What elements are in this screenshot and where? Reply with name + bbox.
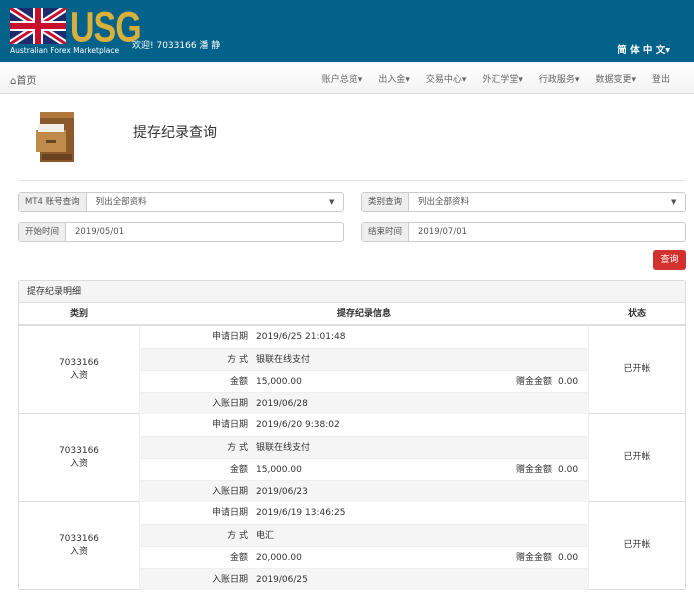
detail-value: 20,000.00 [256, 553, 302, 563]
file-cabinet-icon [34, 110, 78, 164]
divider [18, 180, 686, 181]
bonus-value: 0.00 [558, 553, 579, 563]
start-date-label: 开始时间 [19, 223, 67, 241]
detail-row: 方 式银联在线支付 [139, 348, 589, 370]
status-text: 已开帐 [623, 364, 651, 374]
records-panel: 提存纪录明细 类别 提存纪录信息 状态 7033166 入资 申请日期 2019/6… [18, 280, 686, 590]
status-text: 已开帐 [623, 540, 651, 550]
category-select-value: 列出全部资料 [418, 197, 470, 207]
detail-row: 申请日期 2019/6/19 13:46:25 [139, 502, 589, 524]
detail-value: 2019/6/20 9:38:02 [256, 420, 340, 430]
detail-row: 入账日期 2019/06/23 [139, 480, 589, 502]
language-dropdown[interactable]: 简 体 中 文▾ [617, 42, 670, 56]
end-date-label: 结束时间 [362, 223, 410, 241]
detail-row: 入账日期 2019/06/25 [139, 568, 589, 590]
account-select-label: MT4 账号查询 [19, 193, 87, 211]
detail-row: 金额 20,000.00 赠金金额 0.00 [139, 546, 589, 568]
detail-value: 银联在线支付 [256, 355, 311, 365]
record-type: 入资 [69, 546, 88, 557]
table-header: 类别 提存纪录信息 状态 [19, 303, 685, 326]
caret-down-icon: ▼ [329, 198, 335, 206]
detail-label: 金额 [229, 553, 248, 563]
detail-value: 电汇 [256, 531, 275, 541]
navbar: ⌂首页 账户总览▾ 出入金▾ 交易中心▾ 外汇学堂▾ 行政服务▾ 数据变更▾ 登… [0, 62, 694, 94]
account-number: 7033166 [58, 357, 100, 368]
detail-row: 入账日期 2019/06/28 [139, 392, 589, 414]
header: USG Australian Forex Marketplace 欢迎! 703… [0, 0, 694, 62]
nav-data-change[interactable]: 数据变更▾ [595, 72, 636, 85]
col-status: 状态 [627, 309, 646, 319]
nav-accounts[interactable]: 账户总览▾ [322, 72, 363, 85]
detail-row: 方 式电汇 [139, 524, 589, 546]
status-text: 已开帐 [623, 452, 651, 462]
end-date-value: 2019/07/01 [418, 227, 468, 237]
account-number: 7033166 [58, 533, 100, 544]
detail-label: 申请日期 [211, 332, 248, 342]
logo[interactable]: USG Australian Forex Marketplace [8, 4, 142, 56]
detail-value: 2019/06/23 [256, 487, 308, 497]
record-type: 入资 [69, 458, 88, 469]
detail-row: 金额 15,000.00 赠金金额 0.00 [139, 458, 589, 480]
detail-row: 申请日期 2019/6/25 21:01:48 [139, 326, 589, 348]
bonus-label: 赠金金额 [515, 377, 552, 387]
detail-value: 2019/06/25 [256, 575, 308, 585]
end-date-input[interactable]: 结束时间 2019/07/01 [361, 222, 686, 242]
page-title: 提存纪录查询 [133, 125, 217, 141]
detail-label: 入账日期 [211, 575, 248, 585]
bonus-value: 0.00 [558, 465, 579, 475]
detail-value: 银联在线支付 [256, 443, 311, 453]
bonus-label: 赠金金额 [515, 465, 552, 475]
col-category: 类别 [69, 309, 88, 319]
nav-home[interactable]: ⌂首页 [10, 72, 36, 87]
detail-row: 方 式银联在线支付 [139, 436, 589, 458]
welcome-text: 欢迎! 7033166 潘 静 [132, 41, 221, 51]
nav-home-label: 首页 [16, 76, 37, 87]
start-date-input[interactable]: 开始时间 2019/05/01 [18, 222, 344, 242]
query-button[interactable]: 查询 [653, 250, 686, 270]
detail-label: 方 式 [227, 531, 248, 541]
account-select-value: 列出全部资料 [95, 197, 147, 207]
detail-label: 方 式 [227, 443, 248, 453]
bonus-value: 0.00 [558, 377, 579, 387]
table-row: 7033166 入资 申请日期 2019/6/19 13:46:25 方 式电汇金额 2… [19, 502, 685, 590]
nav-trading[interactable]: 交易中心▾ [426, 72, 467, 85]
detail-label: 入账日期 [211, 399, 248, 409]
union-jack-icon [10, 8, 66, 44]
nav-admin[interactable]: 行政服务▾ [539, 72, 580, 85]
detail-label: 申请日期 [211, 508, 248, 518]
detail-value: 15,000.00 [256, 377, 302, 387]
tagline: Australian Forex Marketplace [10, 46, 120, 55]
category-select-label: 类别查询 [362, 193, 410, 211]
detail-value: 2019/06/28 [256, 399, 308, 409]
detail-label: 申请日期 [211, 420, 248, 430]
col-info: 提存纪录信息 [336, 309, 391, 319]
detail-label: 金额 [229, 377, 248, 387]
nav-education[interactable]: 外汇学堂▾ [482, 72, 523, 85]
record-type: 入资 [69, 370, 88, 381]
detail-label: 方 式 [227, 355, 248, 365]
nav-logout[interactable]: 登出 [652, 72, 670, 85]
category-select[interactable]: 类别查询 列出全部资料 ▼ [361, 192, 686, 212]
detail-row: 金额 15,000.00 赠金金额 0.00 [139, 370, 589, 392]
table-row: 7033166 入资 申请日期 2019/6/20 9:38:02 方 式银联在线支付… [19, 414, 685, 502]
detail-value: 2019/6/25 21:01:48 [256, 332, 346, 342]
bonus-label: 赠金金额 [515, 553, 552, 563]
detail-label: 金额 [229, 465, 248, 475]
detail-value: 15,000.00 [256, 465, 302, 475]
account-select[interactable]: MT4 账号查询 列出全部资料 ▼ [18, 192, 344, 212]
detail-label: 入账日期 [211, 487, 248, 497]
table-row: 7033166 入资 申请日期 2019/6/25 21:01:48 方 式银联在线支… [19, 326, 685, 414]
caret-down-icon: ▼ [671, 198, 677, 206]
account-number: 7033166 [58, 445, 100, 456]
nav-funds[interactable]: 出入金▾ [378, 72, 410, 85]
detail-row: 申请日期 2019/6/20 9:38:02 [139, 414, 589, 436]
detail-value: 2019/6/19 13:46:25 [256, 508, 346, 518]
start-date-value: 2019/05/01 [75, 227, 125, 237]
panel-heading: 提存纪录明细 [19, 281, 685, 303]
